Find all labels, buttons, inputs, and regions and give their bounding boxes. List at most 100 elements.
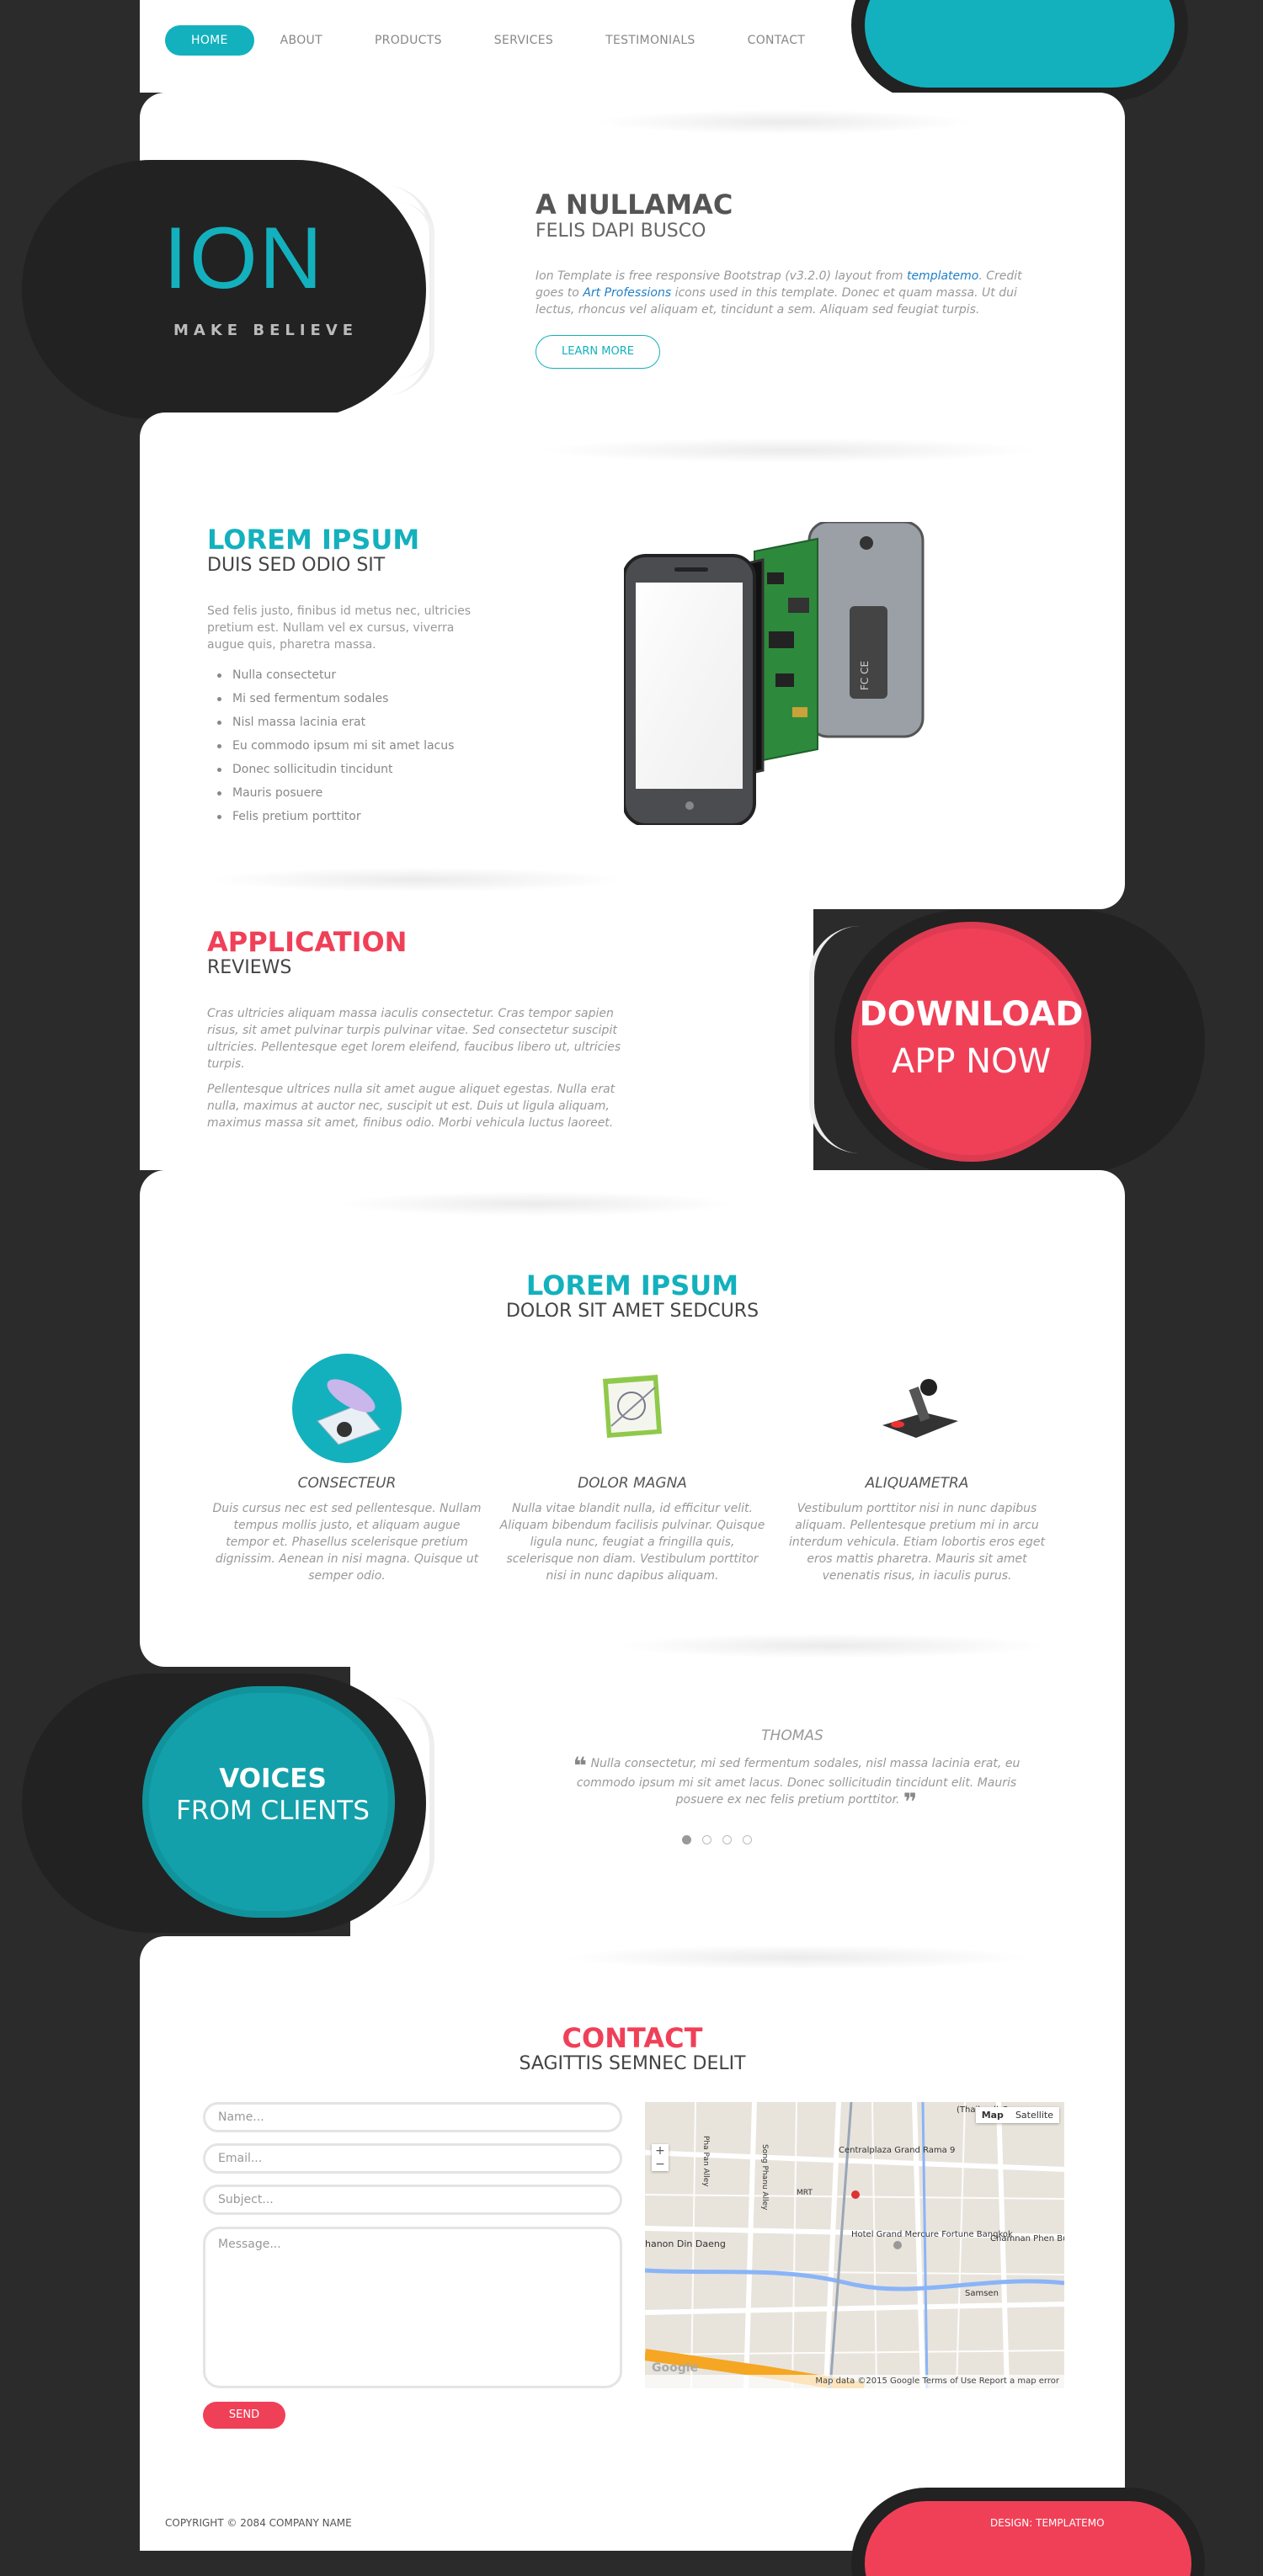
contact-title: CONTACT [562,2022,703,2054]
footer-red-ornament [851,2488,1205,2576]
divider-shadow [611,1633,1049,1658]
divider-shadow [536,438,1041,463]
download-label-2: APP NOW [891,1042,1052,1081]
divider-shadow [561,1945,1032,1970]
voices-label: VOICES [219,1764,327,1794]
app-paragraph: Cras ultricies aliquam massa iaculis con… [207,1007,621,1071]
top-teal-ornament [851,0,1188,101]
svg-text:MRT: MRT [797,2189,813,2197]
list-item: Donec sollicitudin tincidunt [207,758,454,781]
service-text: Nulla vitae blandit nulla, id efficitur … [499,1502,765,1583]
services-title: LOREM IPSUM [525,1269,739,1301]
joystick-icon [882,1379,958,1438]
learn-more-button[interactable]: LEARN MORE [536,335,660,369]
email-field[interactable]: Email... [203,2143,622,2174]
svg-text:FC CE: FC CE [859,661,871,690]
nav-home[interactable]: HOME [165,25,254,56]
app-subtitle: REVIEWS [207,957,292,979]
hero-title: A NULLAMAC [536,189,733,221]
svg-text:Song Phanu Alley: Song Phanu Alley [760,2144,769,2211]
list-item: Eu commodo ipsum mi sit amet lacus [207,734,454,758]
divider-shadow [207,867,628,892]
app-heading: APPLICATION REVIEWS [207,926,408,979]
nav-services[interactable]: SERVICES [468,25,579,56]
nav-products[interactable]: PRODUCTS [349,25,468,56]
svg-text:Google: Google [652,2361,698,2375]
pagination-dot[interactable] [681,1835,691,1844]
pagination-dot[interactable] [742,1835,752,1844]
nav-testimonials[interactable]: TESTIMONIALS [579,25,722,56]
download-label: DOWNLOAD [859,995,1084,1034]
service-col: DOLOR MAGNA Nulla vitae blandit nulla, i… [498,1468,767,1584]
list-item: Mauris posuere [207,781,454,805]
svg-text:Samsen: Samsen [965,2289,999,2298]
app-paragraph: Pellentesque ultrices nulla sit amet aug… [207,1083,616,1130]
footer-panel-mask [140,2475,847,2551]
list-item: Felis pretium porttitor [207,805,454,828]
divider-shadow [333,1191,738,1216]
contact-subtitle: SAGITTIS SEMNEC DELIT [519,2053,746,2075]
map-view-button[interactable]: Map [976,2107,1010,2123]
nav-about[interactable]: ABOUT [254,25,349,56]
hero-subtitle: FELIS DAPI BUSCO [536,221,706,242]
map-type-toggle: Map Satellite [975,2107,1059,2123]
name-field[interactable]: Name... [203,2102,622,2132]
testimonial-author: THOMAS [761,1727,823,1744]
feature-title: LOREM IPSUM [207,524,420,556]
pagination-dot[interactable] [701,1835,711,1844]
services-subtitle: DOLOR SIT AMET SEDCURS [505,1301,759,1323]
service-title: DOLOR MAGNA [578,1475,687,1492]
quill-paper-icon [292,1354,402,1463]
service-col: ALIQUAMETRA Vestibulum porttitor nisi in… [782,1468,1052,1584]
map-attribution: Map data ©2015 Google Terms of Use Repor… [645,2375,1064,2388]
list-item: Mi sed fermentum sodales [207,687,454,711]
svg-text:hanon Din Daeng: hanon Din Daeng [645,2238,726,2249]
feature-list: Nulla consectetur Mi sed fermentum sodal… [207,663,454,828]
zoom-out-icon[interactable]: − [652,2158,669,2171]
divider-shadow [594,109,973,135]
list-item: Nisl massa lacinia erat [207,711,454,734]
contact-heading: CONTACT SAGITTIS SEMNEC DELIT [140,2022,1125,2075]
service-col: CONSECTEUR Duis cursus nec est sed pelle… [212,1468,482,1584]
message-field[interactable]: Message... [203,2227,622,2388]
phone-exploded-image: FC CE [624,522,925,825]
send-button[interactable]: SEND [203,2402,285,2429]
feature-subtitle: DUIS SED ODIO SIT [207,555,386,577]
main-nav: HOME ABOUT PRODUCTS SERVICES TESTIMONIAL… [165,25,831,56]
templatemo-link[interactable]: templatemo [907,269,978,283]
service-title: ALIQUAMETRA [865,1475,969,1492]
art-professions-link[interactable]: Art Professions [583,286,671,300]
pagination-dot[interactable] [722,1835,732,1844]
svg-text:Hotel Grand Mercure Fortune Ba: Hotel Grand Mercure Fortune Bangkok [851,2230,1013,2239]
zoom-in-icon[interactable]: + [652,2144,669,2158]
site-tagline: MAKE BELIEVE [173,322,359,339]
testimonial-text: Nulla consectetur, mi sed fermentum soda… [576,1757,1021,1807]
map-zoom-control: + − [652,2144,669,2171]
map-roads: Centralplaza Grand Rama 9 (Thailand) Co.… [645,2102,1064,2388]
feature-text: Sed felis justo, finibus id metus nec, u… [207,604,472,652]
subject-field[interactable]: Subject... [203,2185,622,2215]
feature-heading: LOREM IPSUM DUIS SED ODIO SIT [207,524,420,577]
app-title: APPLICATION [207,926,408,958]
page-container: HOME ABOUT PRODUCTS SERVICES TESTIMONIAL… [22,0,1205,2576]
drawing-board-icon [603,1375,662,1438]
nav-contact[interactable]: CONTACT [722,25,832,56]
svg-text:Centralplaza Grand Rama 9: Centralplaza Grand Rama 9 [839,2146,955,2155]
service-title: CONSECTEUR [297,1475,397,1492]
list-item: Nulla consectetur [207,663,454,687]
service-text: Vestibulum porttitor nisi in nunc dapibu… [788,1502,1046,1583]
testimonial-pagination [140,1835,1125,1844]
google-map[interactable]: Centralplaza Grand Rama 9 (Thailand) Co.… [645,2102,1064,2388]
satellite-view-button[interactable]: Satellite [1010,2107,1059,2123]
app-text: Cras ultricies aliquam massa iaculis con… [207,1005,645,1140]
svg-text:Chamnan Phen Business Cente: Chamnan Phen Business Cente [990,2234,1064,2243]
services-heading: LOREM IPSUM DOLOR SIT AMET SEDCURS [140,1269,1125,1323]
hero-ring-decoration [397,202,434,379]
testimonial-quote: ❝ Nulla consectetur, mi sed fermentum so… [561,1754,1032,1814]
svg-text:Pha Pan Alley: Pha Pan Alley [701,2136,710,2187]
copyright-text: COPYRIGHT © 2084 COMPANY NAME [165,2517,352,2529]
site-logo[interactable]: ION [163,215,324,302]
design-credit[interactable]: DESIGN: TEMPLATEMO [990,2517,1105,2529]
hero-text: Ion Template is free responsive Bootstra… [536,269,1022,317]
close-quote-icon: ❞ [903,1788,918,1816]
